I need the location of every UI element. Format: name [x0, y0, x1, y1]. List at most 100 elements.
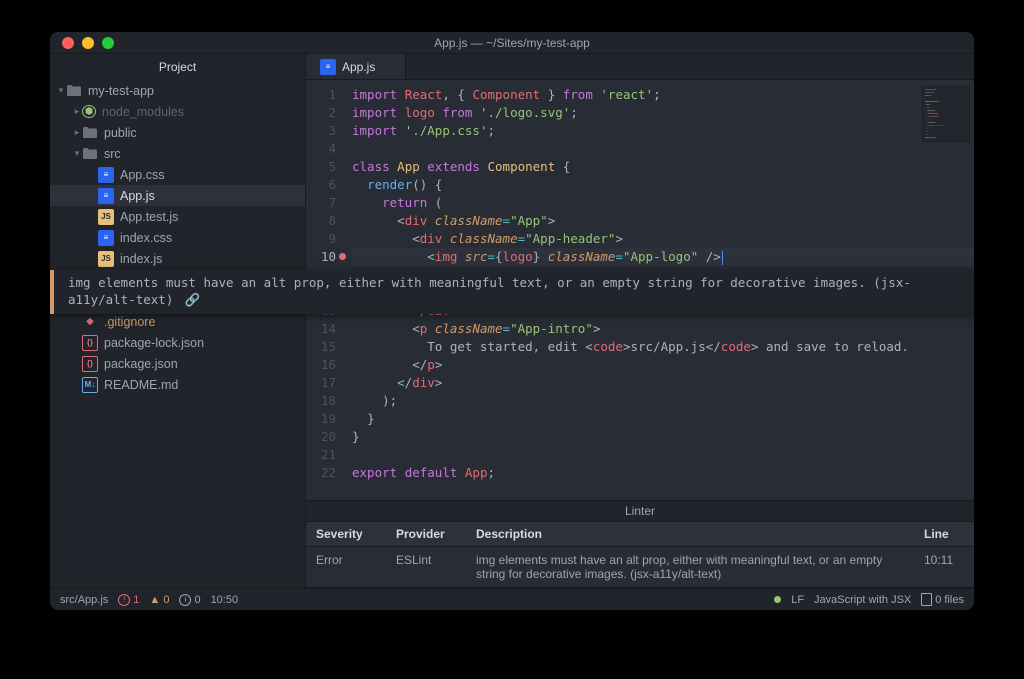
- main-area: ≡ App.js 1234567891013141516171819202122…: [306, 54, 974, 588]
- code-line[interactable]: To get started, edit <code>src/App.js</c…: [352, 338, 974, 356]
- tab-label: App.js: [342, 60, 375, 74]
- titlebar: App.js — ~/Sites/my-test-app: [50, 32, 974, 54]
- code-line[interactable]: </div>: [352, 374, 974, 392]
- tree-item[interactable]: ≡ App.js: [50, 185, 305, 206]
- status-eol[interactable]: LF: [791, 594, 804, 606]
- md-icon: M↓: [82, 377, 98, 393]
- code-line[interactable]: import './App.css';: [352, 122, 974, 140]
- editor-window: App.js — ~/Sites/my-test-app Project ▾ my…: [50, 32, 974, 610]
- chevron-icon: ▾: [56, 85, 66, 96]
- close-icon[interactable]: [62, 37, 74, 49]
- tab-bar[interactable]: ≡ App.js: [306, 54, 974, 80]
- code-line[interactable]: class App extends Component {: [352, 158, 974, 176]
- folder-icon: [82, 125, 98, 141]
- col-description[interactable]: Description: [466, 522, 914, 547]
- chevron-icon: ▸: [72, 127, 82, 138]
- status-git[interactable]: 0 files: [921, 593, 964, 606]
- tree-item-label: public: [104, 126, 137, 140]
- code-line[interactable]: <div className="App-header">: [352, 230, 974, 248]
- folder-icon: [66, 83, 82, 99]
- js-icon: JS: [98, 209, 114, 225]
- json-icon: {}: [82, 356, 98, 372]
- tree-item[interactable]: {} package-lock.json: [50, 332, 305, 353]
- node-icon: ⬢: [82, 105, 96, 118]
- chevron-icon: ▸: [72, 106, 82, 117]
- tree-item[interactable]: ≡ App.css: [50, 164, 305, 185]
- tree-item[interactable]: ▾ my-test-app: [50, 80, 305, 101]
- tree-item-label: index.css: [120, 231, 172, 245]
- tree-item[interactable]: JS index.js: [50, 248, 305, 269]
- project-header: Project: [50, 54, 305, 80]
- tree-item-label: src: [104, 147, 121, 161]
- code-line[interactable]: <div className="App">: [352, 212, 974, 230]
- lint-tooltip: img elements must have an alt prop, eith…: [50, 270, 974, 314]
- code-line[interactable]: import React, { Component } from 'react'…: [352, 86, 974, 104]
- code-line[interactable]: export default App;: [352, 464, 974, 482]
- col-provider[interactable]: Provider: [386, 522, 466, 547]
- css-icon: ≡: [98, 230, 114, 246]
- project-sidebar: Project ▾my-test-app▸⬢node_modules▸publi…: [50, 54, 306, 588]
- status-info[interactable]: i0: [179, 594, 200, 606]
- cell-description: img elements must have an alt prop, eith…: [466, 547, 914, 588]
- tree-item-label: .gitignore: [104, 315, 155, 329]
- maximize-icon[interactable]: [102, 37, 114, 49]
- file-icon: [921, 593, 932, 606]
- tree-item[interactable]: ≡ index.css: [50, 227, 305, 248]
- code-line[interactable]: import logo from './logo.svg';: [352, 104, 974, 122]
- linter-row[interactable]: ErrorESLintimg elements must have an alt…: [306, 547, 974, 588]
- code-line[interactable]: <img src={logo} className="App-logo" />: [352, 248, 974, 266]
- minimize-icon[interactable]: [82, 37, 94, 49]
- linter-table: Severity Provider Description Line Error…: [306, 522, 974, 588]
- tree-item[interactable]: ▸ public: [50, 122, 305, 143]
- col-severity[interactable]: Severity: [306, 522, 386, 547]
- code-line[interactable]: );: [352, 392, 974, 410]
- status-path[interactable]: src/App.js: [60, 594, 108, 606]
- tree-item[interactable]: ◆ .gitignore: [50, 311, 305, 332]
- tree-item-label: README.md: [104, 378, 178, 392]
- code-line[interactable]: [352, 140, 974, 158]
- code-line[interactable]: [352, 446, 974, 464]
- json-icon: {}: [82, 335, 98, 351]
- col-line[interactable]: Line: [914, 522, 974, 547]
- code-line[interactable]: }: [352, 410, 974, 428]
- tree-item-label: App.css: [120, 168, 164, 182]
- tree-item-label: my-test-app: [88, 84, 154, 98]
- chevron-icon: ▾: [72, 148, 82, 159]
- tree-item-label: App.test.js: [120, 210, 178, 224]
- linter-panel: Linter Severity Provider Description Lin…: [306, 500, 974, 588]
- status-bar: src/App.js !1 ▲0 i0 10:50 LF JavaScript …: [50, 588, 974, 610]
- status-lang[interactable]: JavaScript with JSX: [814, 594, 911, 606]
- status-errors[interactable]: !1: [118, 594, 139, 606]
- css-icon: ≡: [98, 188, 114, 204]
- css-icon: ≡: [98, 167, 114, 183]
- folder-icon: [82, 146, 98, 162]
- code-line[interactable]: }: [352, 428, 974, 446]
- file-tree[interactable]: ▾my-test-app▸⬢node_modules▸public▾src≡Ap…: [50, 80, 305, 588]
- status-warnings[interactable]: ▲0: [149, 594, 169, 606]
- tree-item-label: package.json: [104, 357, 178, 371]
- tree-item-label: index.js: [120, 252, 162, 266]
- window-title: App.js — ~/Sites/my-test-app: [50, 36, 974, 50]
- status-cursor[interactable]: 10:50: [211, 594, 239, 606]
- tab-app-js[interactable]: ≡ App.js: [306, 54, 406, 79]
- tree-item[interactable]: JS App.test.js: [50, 206, 305, 227]
- code-line[interactable]: render() {: [352, 176, 974, 194]
- code-line[interactable]: <p className="App-intro">: [352, 320, 974, 338]
- code-line[interactable]: return (: [352, 194, 974, 212]
- error-marker-icon[interactable]: [339, 253, 346, 260]
- cell-provider: ESLint: [386, 547, 466, 588]
- tree-item-label: package-lock.json: [104, 336, 204, 350]
- tree-item[interactable]: ▸⬢node_modules: [50, 101, 305, 122]
- tree-item[interactable]: ▾ src: [50, 143, 305, 164]
- status-git-clean: [774, 596, 781, 603]
- js-icon: JS: [98, 251, 114, 267]
- minimap[interactable]: ▬▬ ▬ ▬▬▬▬ ▬ ▬▬▬ ▬ ▬▬ ▬ ▬▬ ▬ ▬▬ ▬▬ ▬▬▬▬ ▬…: [922, 86, 970, 142]
- tree-item[interactable]: M↓ README.md: [50, 374, 305, 395]
- tree-item[interactable]: {} package.json: [50, 353, 305, 374]
- link-icon[interactable]: 🔗: [185, 292, 201, 307]
- linter-title: Linter: [306, 501, 974, 522]
- cell-line: 10:11: [914, 547, 974, 588]
- tree-item-label: App.js: [120, 189, 155, 203]
- code-line[interactable]: </p>: [352, 356, 974, 374]
- git-icon: ◆: [82, 314, 98, 330]
